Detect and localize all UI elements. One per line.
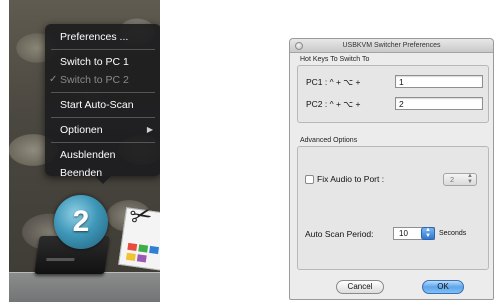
pc-number-badge: 2 (54, 195, 108, 249)
menu-item-ausblenden[interactable]: Ausblenden (45, 146, 160, 164)
pc2-hotkey-label: PC2 : ^ + ⌥ + (306, 99, 361, 109)
color-swatch (138, 244, 149, 253)
pc1-hotkey-field[interactable]: 1 (395, 75, 483, 88)
menu-separator (51, 142, 155, 143)
scan-period-stepper[interactable]: 10 ▲ ▼ (393, 227, 435, 240)
advanced-section-label: Advanced Options (300, 137, 358, 144)
scan-period-label: Auto Scan Period: (305, 229, 374, 239)
close-button[interactable] (295, 42, 303, 50)
snipping-tool-icon[interactable]: ✂ (118, 198, 160, 271)
hotkeys-section-label: Hot Keys To Switch To (300, 56, 370, 63)
audio-port-value: 2 (450, 175, 455, 184)
preferences-window: USBKVM Switcher Preferences Hot Keys To … (289, 38, 494, 300)
menu-separator (51, 49, 155, 50)
audio-port-select[interactable]: 2 ▲ ▼ (443, 173, 477, 186)
menu-separator (51, 92, 155, 93)
color-swatch (136, 254, 147, 263)
menu-item-start-auto-scan[interactable]: Start Auto-Scan (45, 96, 160, 114)
fix-audio-checkbox[interactable] (305, 175, 314, 184)
hotkeys-group: PC1 : ^ + ⌥ + 1 PC2 : ^ + ⌥ + 2 (297, 65, 489, 123)
menu-item-optionen[interactable]: Optionen ▶ (45, 121, 160, 139)
menu-item-label: Switch to PC 2 (60, 74, 129, 86)
up-down-arrows-icon: ▲ ▼ (467, 173, 473, 185)
menu-separator (51, 117, 155, 118)
desktop-background: Preferences ... Switch to PC 1 ✓ Switch … (9, 0, 160, 302)
dock-context-menu: Preferences ... Switch to PC 1 ✓ Switch … (45, 24, 160, 184)
fix-audio-label: Fix Audio to Port : (317, 174, 385, 184)
submenu-arrow-icon: ▶ (146, 125, 153, 134)
scan-period-unit: Seconds (439, 230, 467, 237)
advanced-group: Fix Audio to Port : 2 ▲ ▼ Auto Scan Perio… (297, 146, 489, 270)
cancel-button[interactable]: Cancel (336, 280, 384, 294)
color-swatch (125, 252, 136, 261)
ok-button[interactable]: OK (422, 280, 464, 294)
scan-period-value: 10 (399, 229, 408, 238)
pc2-hotkey-field[interactable]: 2 (395, 97, 483, 110)
stepper-arrows-icon[interactable]: ▲ ▼ (421, 227, 435, 240)
menu-item-label: Optionen (60, 124, 103, 136)
dock-shelf (9, 272, 160, 302)
color-swatch (149, 245, 160, 255)
menu-item-switch-pc1[interactable]: Switch to PC 1 (45, 53, 160, 71)
color-swatch (127, 242, 138, 252)
window-titlebar[interactable]: USBKVM Switcher Preferences (290, 39, 493, 53)
menu-item-switch-pc2: ✓ Switch to PC 2 (45, 71, 160, 89)
window-title: USBKVM Switcher Preferences (342, 42, 441, 49)
menu-pointer (95, 176, 111, 184)
pc1-hotkey-label: PC1 : ^ + ⌥ + (306, 77, 361, 87)
scissors-icon: ✂ (127, 198, 155, 233)
menu-item-preferences[interactable]: Preferences ... (45, 28, 160, 46)
checkmark-icon: ✓ (49, 74, 58, 85)
